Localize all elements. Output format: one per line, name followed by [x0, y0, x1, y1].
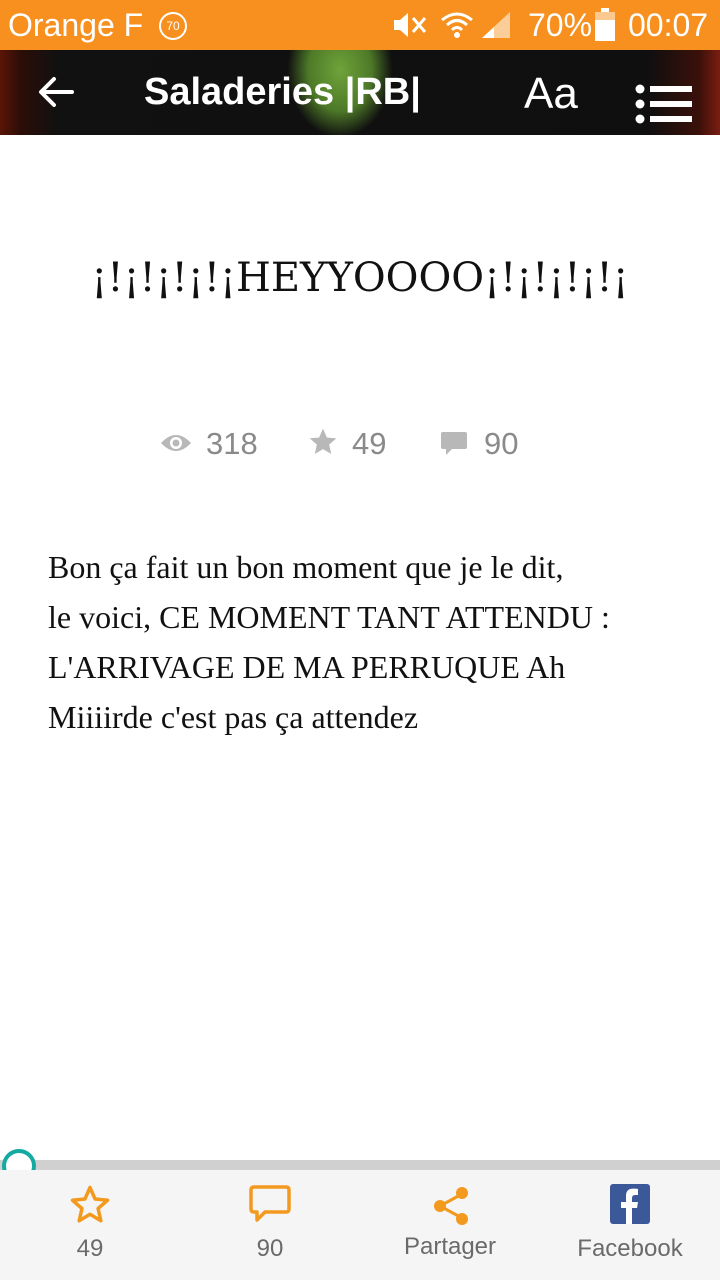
comment-icon: [441, 432, 467, 455]
body-line: Miiiirde c'est pas ça attendez: [48, 699, 419, 735]
font-size-button[interactable]: Aa: [524, 72, 578, 116]
clock: 00:07: [628, 7, 709, 43]
like-count-label: 49: [76, 1235, 104, 1262]
reading-progress-track[interactable]: [0, 1160, 720, 1170]
page-title: Saladeries |RB|: [144, 71, 421, 113]
star-outline-icon: [70, 1185, 110, 1223]
post-body: Bon ça fait un bon moment que je le dit,…: [48, 542, 678, 742]
post-stats: 318 49 90: [0, 420, 720, 470]
views-eye-icon: [161, 435, 191, 451]
signal-icon: [482, 12, 510, 38]
mute-icon: [394, 13, 427, 37]
facebook-label: Facebook: [577, 1235, 683, 1262]
bottom-action-bar: 49 90 Partager Facebook: [0, 1170, 720, 1280]
comment-count-label: 90: [256, 1235, 284, 1262]
star-icon: [309, 428, 337, 454]
battery-percent: 70%: [528, 7, 593, 43]
likes-count: 49: [352, 426, 387, 461]
list-menu-icon[interactable]: [634, 84, 694, 124]
comment-button[interactable]: 90: [220, 1170, 320, 1280]
share-button[interactable]: Partager: [390, 1170, 510, 1280]
comments-count: 90: [484, 426, 519, 461]
wifi-icon: [441, 12, 473, 38]
body-line: le voici, CE MOMENT TANT ATTENDU :: [48, 599, 610, 635]
body-line: Bon ça fait un bon moment que je le dit,: [48, 549, 564, 585]
body-line: L'ARRIVAGE DE MA PERRUQUE Ah: [48, 649, 566, 685]
app-header: Saladeries |RB| Aa: [0, 50, 720, 135]
facebook-share-button[interactable]: Facebook: [570, 1170, 690, 1280]
carrier-name: Orange F: [8, 7, 144, 43]
post-title: ¡!¡!¡!¡!¡HEYYOOOO¡!¡!¡!¡!¡: [91, 255, 629, 301]
battery-icon: [595, 8, 615, 41]
back-arrow-icon[interactable]: [34, 70, 78, 114]
share-icon: [434, 1187, 468, 1225]
like-button[interactable]: 49: [40, 1170, 140, 1280]
share-label: Partager: [403, 1233, 497, 1260]
views-count: 318: [206, 426, 258, 461]
facebook-icon: [610, 1184, 650, 1224]
comment-outline-icon: [249, 1185, 291, 1222]
notification-badge: 70: [159, 12, 187, 40]
status-bar: Orange F 70 70% 00:07: [0, 0, 720, 50]
